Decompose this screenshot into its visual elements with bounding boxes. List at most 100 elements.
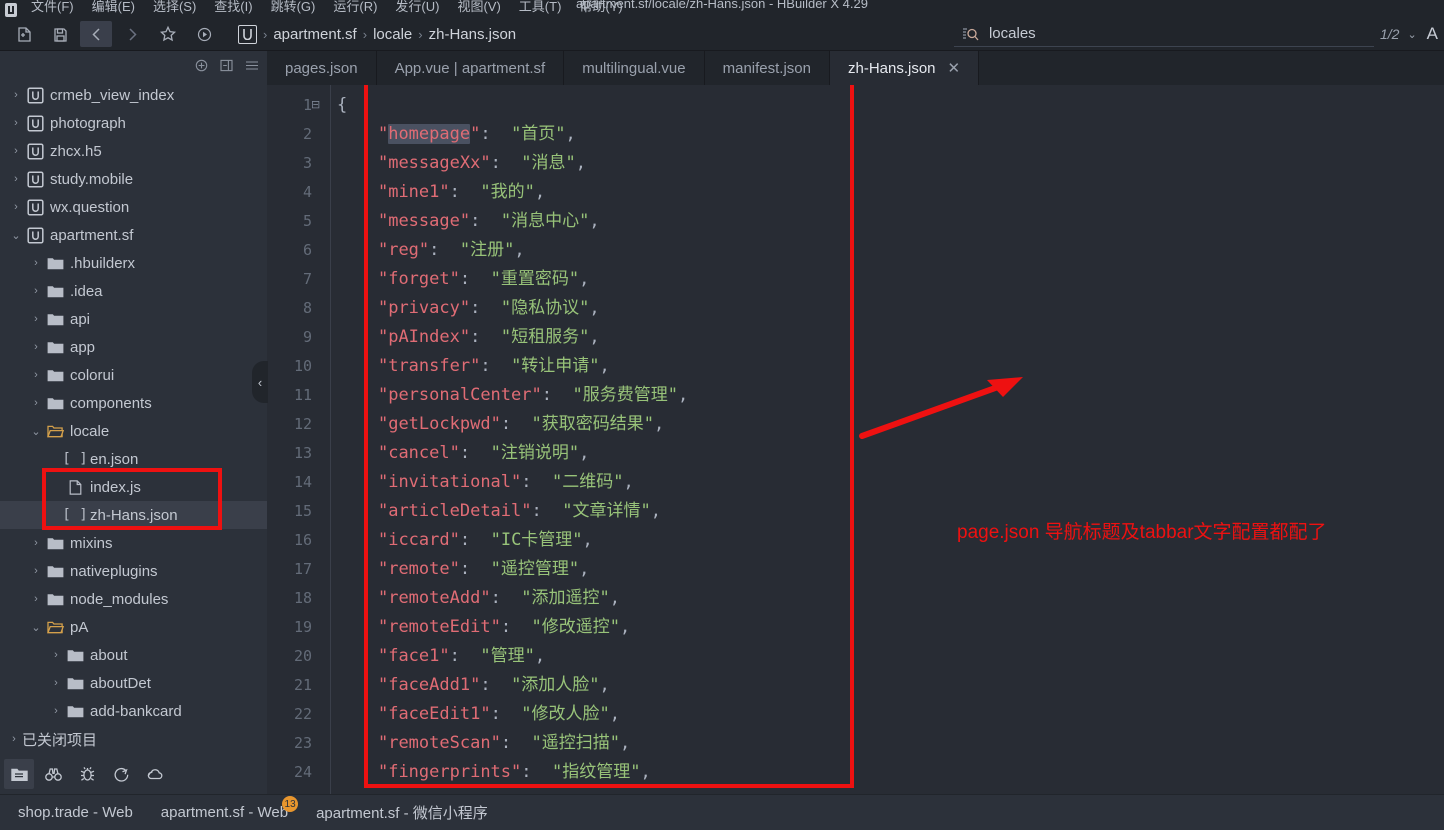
- editor-tab-pages[interactable]: pages.json: [267, 51, 377, 85]
- code-line[interactable]: "remoteEdit": "修改遥控",: [337, 613, 1444, 642]
- code-line[interactable]: "face1": "管理",: [337, 642, 1444, 671]
- code-line[interactable]: "remoteAdd": "添加遥控",: [337, 584, 1444, 613]
- sidebar-collapse-handle[interactable]: ‹: [252, 361, 268, 403]
- tree-row-zh-hans-json[interactable]: [ ] zh-Hans.json: [0, 501, 267, 529]
- code-line[interactable]: "message": "消息中心",: [337, 207, 1444, 236]
- status-item[interactable]: apartment.sf - 微信小程序: [302, 802, 502, 823]
- star-icon[interactable]: [152, 21, 184, 47]
- chevron-down-icon[interactable]: ⌄: [1403, 28, 1426, 41]
- tree-twisty-icon[interactable]: ›: [8, 89, 24, 101]
- tree-twisty-icon[interactable]: ›: [8, 117, 24, 129]
- tree-row-study-mobile[interactable]: › study.mobile: [0, 165, 267, 193]
- code-line[interactable]: "getLockpwd": "获取密码结果",: [337, 410, 1444, 439]
- code-line[interactable]: "transfer": "转让申请",: [337, 352, 1444, 381]
- breadcrumb-item-folder[interactable]: locale: [373, 26, 412, 43]
- tree-row-api[interactable]: › api: [0, 305, 267, 333]
- closed-projects-twisty[interactable]: ›: [6, 733, 22, 745]
- back-icon[interactable]: [80, 21, 112, 47]
- menu-item-select[interactable]: 选择(S): [144, 0, 205, 16]
- breadcrumb-item-file[interactable]: zh-Hans.json: [429, 26, 517, 43]
- forward-icon[interactable]: [116, 21, 148, 47]
- code-line[interactable]: "personalCenter": "服务费管理",: [337, 381, 1444, 410]
- code-line[interactable]: "remoteScan": "遥控扫描",: [337, 729, 1444, 758]
- code-line[interactable]: "fingerprints": "指纹管理",: [337, 758, 1444, 787]
- status-item[interactable]: apartment.sf - Web 13: [147, 796, 302, 821]
- tree-twisty-icon[interactable]: ›: [48, 705, 64, 717]
- run-arrow-icon[interactable]: [106, 759, 136, 789]
- menu-item-view[interactable]: 视图(V): [448, 0, 509, 16]
- tree-row-aboutdet[interactable]: › aboutDet: [0, 669, 267, 697]
- menu-item-goto[interactable]: 跳转(G): [262, 0, 325, 16]
- tree-row-en-json[interactable]: [ ] en.json: [0, 445, 267, 473]
- tree-row-about[interactable]: › about: [0, 641, 267, 669]
- menu-icon[interactable]: [245, 59, 259, 72]
- tree-twisty-icon[interactable]: ›: [28, 313, 44, 325]
- toolbar-letter-a[interactable]: A: [1427, 24, 1444, 44]
- tree-row-mixins[interactable]: › mixins: [0, 529, 267, 557]
- editor-tab-zh-hans[interactable]: zh-Hans.json ✕: [829, 51, 980, 85]
- tree-twisty-icon[interactable]: ›: [28, 369, 44, 381]
- run-icon[interactable]: [188, 21, 220, 47]
- tree-twisty-icon[interactable]: ›: [28, 593, 44, 605]
- code-line[interactable]: "mine1": "我的",: [337, 178, 1444, 207]
- code-line[interactable]: "reg": "注册",: [337, 236, 1444, 265]
- closed-projects-row[interactable]: › 已关闭项目: [0, 724, 267, 754]
- code-line[interactable]: "faceAdd1": "添加人脸",: [337, 671, 1444, 700]
- tree-row-add-bankcard[interactable]: › add-bankcard: [0, 697, 267, 724]
- search-binoculars-icon[interactable]: [38, 759, 68, 789]
- tree-row-crmeb-view-index[interactable]: › crmeb_view_index: [0, 81, 267, 109]
- code-line[interactable]: "pAIndex": "短租服务",: [337, 323, 1444, 352]
- tree-row-colorui[interactable]: › colorui: [0, 361, 267, 389]
- tree-row-pa[interactable]: ⌄ pA: [0, 613, 267, 641]
- tree-twisty-icon[interactable]: ›: [28, 285, 44, 297]
- code-area[interactable]: ⊟ 1 2 3 4 5 6 7 8 9 10 11 12 13 14 15 16 17 18 19 20 21 22 23 2…: [267, 85, 1444, 794]
- close-icon[interactable]: ✕: [948, 59, 961, 77]
- code-line[interactable]: {: [337, 91, 1444, 120]
- tree-twisty-icon[interactable]: ⌄: [8, 229, 24, 242]
- tree-row-zhcx-h5[interactable]: › zhcx.h5: [0, 137, 267, 165]
- debug-bug-icon[interactable]: [72, 759, 102, 789]
- tree-row-wx-question[interactable]: › wx.question: [0, 193, 267, 221]
- tree-twisty-icon[interactable]: ›: [8, 145, 24, 157]
- menu-item-find[interactable]: 查找(I): [205, 0, 261, 16]
- tree-row--idea[interactable]: › .idea: [0, 277, 267, 305]
- code-line[interactable]: "forget": "重置密码",: [337, 265, 1444, 294]
- code-line[interactable]: "remote": "遥控管理",: [337, 555, 1444, 584]
- tree-row-app[interactable]: › app: [0, 333, 267, 361]
- code-line[interactable]: "invitational": "二维码",: [337, 468, 1444, 497]
- tree-twisty-icon[interactable]: ›: [28, 397, 44, 409]
- code-line[interactable]: "cancel": "注销说明",: [337, 439, 1444, 468]
- editor-tab-manifest[interactable]: manifest.json: [705, 51, 830, 85]
- code-line[interactable]: "faceEdit1": "修改人脸",: [337, 700, 1444, 729]
- menu-item-publish[interactable]: 发行(U): [386, 0, 448, 16]
- tree-twisty-icon[interactable]: ›: [48, 677, 64, 689]
- editor-tabs[interactable]: pages.json App.vue | apartment.sf multilin…: [267, 51, 1444, 85]
- tree-twisty-icon[interactable]: ›: [28, 341, 44, 353]
- tree-twisty-icon[interactable]: ›: [28, 565, 44, 577]
- menu-item-edit[interactable]: 编辑(E): [83, 0, 144, 16]
- file-tree[interactable]: › crmeb_view_index › photograph › zhcx.h5 › stu…: [0, 79, 267, 724]
- tree-row-nativeplugins[interactable]: › nativeplugins: [0, 557, 267, 585]
- collapse-panel-icon[interactable]: [220, 59, 233, 72]
- editor-tab-multilingual[interactable]: multilingual.vue: [564, 51, 705, 85]
- tree-twisty-icon[interactable]: ⌄: [28, 425, 44, 438]
- save-icon[interactable]: [44, 21, 76, 47]
- menu-item-file[interactable]: 文件(F): [22, 0, 83, 16]
- tree-row-apartment-sf[interactable]: ⌄ apartment.sf: [0, 221, 267, 249]
- add-icon[interactable]: [195, 59, 208, 72]
- tree-row-components[interactable]: › components: [0, 389, 267, 417]
- editor-tab-app[interactable]: App.vue | apartment.sf: [377, 51, 565, 85]
- explorer-icon[interactable]: [4, 759, 34, 789]
- tree-twisty-icon[interactable]: ›: [8, 173, 24, 185]
- tree-row-index-js[interactable]: index.js: [0, 473, 267, 501]
- tree-twisty-icon[interactable]: ›: [28, 257, 44, 269]
- breadcrumb-item-project[interactable]: apartment.sf: [273, 26, 356, 43]
- fold-marker-icon[interactable]: ⊟: [311, 91, 320, 120]
- search-input[interactable]: locales: [953, 21, 1374, 47]
- status-item[interactable]: shop.trade - Web: [0, 804, 147, 821]
- new-file-icon[interactable]: [8, 21, 40, 47]
- tree-row-photograph[interactable]: › photograph: [0, 109, 267, 137]
- tree-row--hbuilderx[interactable]: › .hbuilderx: [0, 249, 267, 277]
- tree-twisty-icon[interactable]: ›: [48, 649, 64, 661]
- tree-row-locale[interactable]: ⌄ locale: [0, 417, 267, 445]
